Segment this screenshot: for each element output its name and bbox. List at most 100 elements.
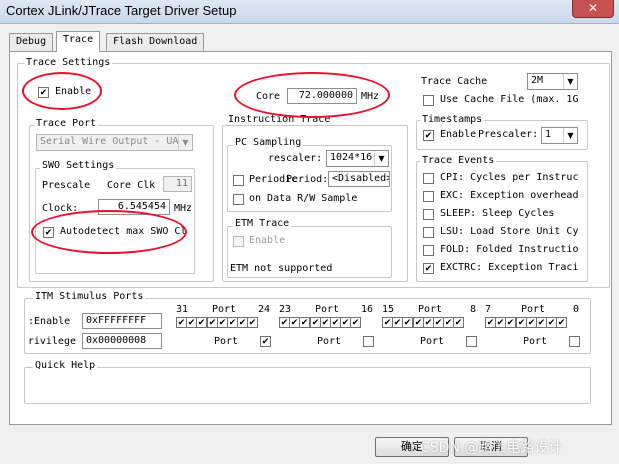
window-title: Cortex JLink/JTrace Target Driver Setup (6, 3, 237, 18)
trace-event-checkbox[interactable] (423, 263, 434, 274)
timestamps-prescaler-value: 1 (545, 129, 552, 140)
itm-enable-field[interactable]: 0xFFFFFFFF (82, 313, 162, 329)
itm-port-low-number: 16 (360, 304, 373, 315)
itm-port-high-number: 15 (382, 304, 395, 315)
trace-enable-checkbox[interactable] (38, 87, 49, 98)
autodetect-swo-checkbox[interactable] (43, 227, 54, 238)
core-frequency-field[interactable]: 72.000000 (287, 88, 357, 104)
itm-port-high-number: 7 (485, 304, 492, 315)
tab-debug[interactable]: Debug (9, 33, 54, 51)
itm-port-low-number: 24 (257, 304, 270, 315)
itm-privilege-port-label: Port (420, 336, 445, 347)
pc-rescaler-value: 1024*16 (330, 152, 373, 163)
itm-port-low-number: 0 (572, 304, 579, 315)
etm-enable-checkbox[interactable] (233, 236, 244, 247)
chevron-down-icon: ▼ (374, 151, 388, 166)
trace-port-legend: Trace Port (34, 118, 99, 129)
trace-port-value: Serial Wire Output - UA (40, 136, 179, 147)
itm-privilege-label: Privilege: (28, 336, 76, 347)
itm-port-high-number: 31 (176, 304, 189, 315)
tab-flash-download[interactable]: Flash Download (106, 33, 205, 51)
timestamps-enable-checkbox[interactable] (423, 130, 434, 141)
use-cache-file-label: Use Cache File (max. 1G (440, 94, 579, 105)
instruction-trace-legend: Instruction Trace (226, 114, 333, 125)
itm-stimulus-legend: ITM Stimulus Ports (33, 291, 146, 302)
itm-privilege-checkbox[interactable] (569, 336, 580, 347)
on-data-rw-checkbox[interactable] (233, 194, 244, 205)
itm-port-header: Port (418, 304, 443, 315)
itm-privilege-checkbox[interactable] (363, 336, 374, 347)
etm-enable-label: Enable (249, 235, 286, 246)
pc-rescaler-select[interactable]: 1024*16 ▼ (326, 150, 389, 167)
trace-cache-value: 2M (531, 75, 544, 86)
itm-port-header: Port (212, 304, 237, 315)
etm-trace-legend: ETM Trace (233, 218, 292, 229)
pc-sampling-legend: PC Sampling (233, 137, 304, 148)
itm-port-low-number: 8 (469, 304, 476, 315)
swo-settings-legend: SWO Settings (40, 160, 117, 171)
clock-unit: MHz (174, 203, 193, 214)
trace-event-label: FOLD: Folded Instructio (440, 244, 579, 255)
itm-port-enable-checkbox[interactable] (402, 317, 413, 328)
chevron-down-icon: ▼ (563, 128, 577, 143)
itm-privilege-port-label: Port (523, 336, 548, 347)
chevron-down-icon: ▼ (178, 135, 192, 150)
trace-cache-label: Trace Cache (421, 76, 488, 87)
core-clk-label: Core Clk (107, 180, 156, 191)
chevron-down-icon: ▼ (563, 74, 577, 89)
quick-help-group (24, 367, 591, 404)
itm-port-enable-checkbox[interactable] (247, 317, 258, 328)
core-label: Core (256, 91, 281, 102)
trace-event-label: LSU: Load Store Unit Cy (440, 226, 579, 237)
itm-port-enable-checkbox[interactable] (505, 317, 516, 328)
itm-privilege-field[interactable]: 0x00000008 (82, 333, 162, 349)
prescale-label: Prescale (42, 180, 91, 191)
trace-settings-legend: Trace Settings (24, 57, 113, 68)
clock-label: Clock: (42, 203, 79, 214)
core-unit: MHz (361, 91, 380, 102)
itm-enable-label: Enable: (28, 316, 71, 327)
itm-port-enable-checkbox[interactable] (299, 317, 310, 328)
close-button[interactable]: ✕ (572, 0, 614, 18)
use-cache-file-checkbox[interactable] (423, 95, 434, 106)
itm-privilege-port-label: Port (214, 336, 239, 347)
clock-field[interactable]: 6.545454 (98, 199, 170, 215)
period-label: Period: (286, 174, 329, 185)
trace-event-checkbox[interactable] (423, 227, 434, 238)
itm-port-enable-checkbox[interactable] (453, 317, 464, 328)
trace-event-checkbox[interactable] (423, 245, 434, 256)
quick-help-legend: Quick Help (33, 360, 98, 371)
etm-status-text: ETM not supported (230, 263, 333, 274)
itm-privilege-checkbox[interactable] (466, 336, 477, 347)
timestamps-enable-label: Enable (440, 129, 477, 140)
itm-port-enable-checkbox[interactable] (350, 317, 361, 328)
trace-event-label: EXCTRC: Exception Traci (440, 262, 579, 273)
itm-privilege-port-label: Port (317, 336, 342, 347)
trace-cache-select[interactable]: 2M ▼ (527, 73, 578, 90)
autodetect-swo-label: Autodetect max SWO Cl (60, 226, 187, 237)
trace-events-legend: Trace Events (420, 155, 497, 166)
trace-event-label: CPI: Cycles per Instruc (440, 172, 579, 183)
itm-port-high-number: 23 (279, 304, 292, 315)
timestamps-prescaler-select[interactable]: 1 ▼ (541, 127, 578, 144)
trace-port-select[interactable]: Serial Wire Output - UA ▼ (36, 134, 193, 151)
period-field[interactable]: <Disabled> (328, 171, 390, 187)
periodic-checkbox[interactable] (233, 175, 244, 186)
trace-event-checkbox[interactable] (423, 191, 434, 202)
timestamps-prescaler-label: Prescaler: (478, 129, 539, 140)
watermark-text: CSDN @路上电路设计 (420, 440, 563, 456)
trace-event-label: EXC: Exception overhead (440, 190, 579, 201)
trace-event-checkbox[interactable] (423, 173, 434, 184)
itm-port-header: Port (521, 304, 546, 315)
on-data-rw-label: on Data R/W Sample (249, 193, 358, 204)
itm-port-enable-checkbox[interactable] (556, 317, 567, 328)
trace-event-checkbox[interactable] (423, 209, 434, 220)
trace-event-label: SLEEP: Sleep Cycles (440, 208, 555, 219)
prescale-field[interactable]: 11 (163, 176, 192, 192)
trace-enable-label: Enable (55, 86, 92, 97)
itm-privilege-checkbox[interactable] (260, 336, 271, 347)
pc-rescaler-label: rescaler: (268, 153, 323, 164)
timestamps-legend: Timestamps (420, 114, 485, 125)
itm-port-enable-checkbox[interactable] (196, 317, 207, 328)
tab-trace[interactable]: Trace (56, 31, 101, 52)
